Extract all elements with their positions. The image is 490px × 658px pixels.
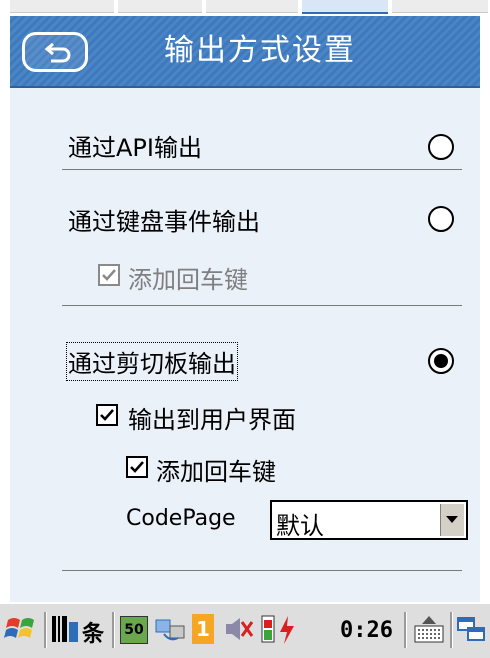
option-api-radio[interactable]: [428, 134, 454, 160]
window-switch-icon[interactable]: [456, 612, 488, 648]
codepage-select[interactable]: 默认: [270, 500, 468, 540]
divider: [62, 305, 462, 306]
codepage-select-value: 默认: [276, 512, 324, 540]
title-bar: 输出方式设置: [10, 16, 480, 88]
clipboard-add-enter-label: 添加回车键: [156, 458, 276, 486]
battery-icon[interactable]: [258, 612, 278, 648]
keyboard-icon[interactable]: [412, 612, 446, 648]
top-tab[interactable]: [206, 0, 298, 13]
badge-icon[interactable]: 50: [120, 612, 150, 648]
page-title: 输出方式设置: [164, 33, 356, 68]
app-icon[interactable]: [50, 612, 80, 648]
clipboard-add-enter-checkbox[interactable]: [126, 456, 148, 478]
divider: [62, 169, 462, 170]
charging-icon[interactable]: [278, 612, 296, 648]
notify-count-text: 1: [192, 614, 214, 644]
volume-muted-icon[interactable]: [222, 612, 256, 648]
top-tab[interactable]: [10, 0, 114, 13]
divider: [62, 570, 462, 571]
notification-count[interactable]: 1: [192, 612, 216, 648]
option-clipboard-radio[interactable]: [428, 348, 454, 374]
network-icon[interactable]: [154, 612, 188, 648]
check-icon: [100, 409, 114, 421]
option-clipboard-label[interactable]: 通过剪切板输出: [66, 342, 238, 381]
windows-start-icon[interactable]: [4, 612, 38, 648]
top-tab-selected[interactable]: [302, 0, 388, 14]
option-keyboard-label[interactable]: 通过键盘事件输出: [68, 202, 260, 237]
settings-panel: 输出方式设置 通过API输出 通过键盘事件输出 添加回车键 通过剪切板输出 输出…: [10, 16, 480, 602]
check-icon: [102, 269, 116, 281]
left-edge: [0, 0, 10, 658]
top-tab-strip: [0, 0, 490, 16]
badge-number: 50: [120, 616, 148, 644]
clock[interactable]: 0:26: [340, 618, 393, 643]
output-to-ui-label: 输出到用户界面: [128, 406, 296, 434]
option-keyboard-radio[interactable]: [428, 206, 454, 232]
option-api-label[interactable]: 通过API输出: [68, 128, 202, 163]
top-tab[interactable]: [392, 0, 488, 13]
keyboard-add-enter-checkbox[interactable]: [98, 264, 120, 286]
top-tab[interactable]: [118, 0, 202, 13]
keyboard-add-enter-label: 添加回车键: [128, 266, 248, 294]
taskbar-separator: [450, 612, 453, 648]
taskbar-separator: [112, 612, 115, 648]
taskbar-separator: [404, 612, 407, 648]
back-button[interactable]: [22, 32, 88, 72]
check-icon: [130, 461, 144, 473]
dropdown-arrow-button[interactable]: [440, 504, 464, 536]
chevron-down-icon: [446, 516, 458, 523]
taskbar: 条 50 1 0:26: [0, 602, 490, 658]
radio-selected-dot: [434, 354, 448, 368]
output-to-ui-checkbox[interactable]: [96, 404, 118, 426]
taskbar-separator: [44, 612, 47, 648]
tray-text[interactable]: 条: [82, 616, 104, 648]
back-arrow-icon: [44, 42, 71, 63]
codepage-label: CodePage: [126, 506, 236, 531]
